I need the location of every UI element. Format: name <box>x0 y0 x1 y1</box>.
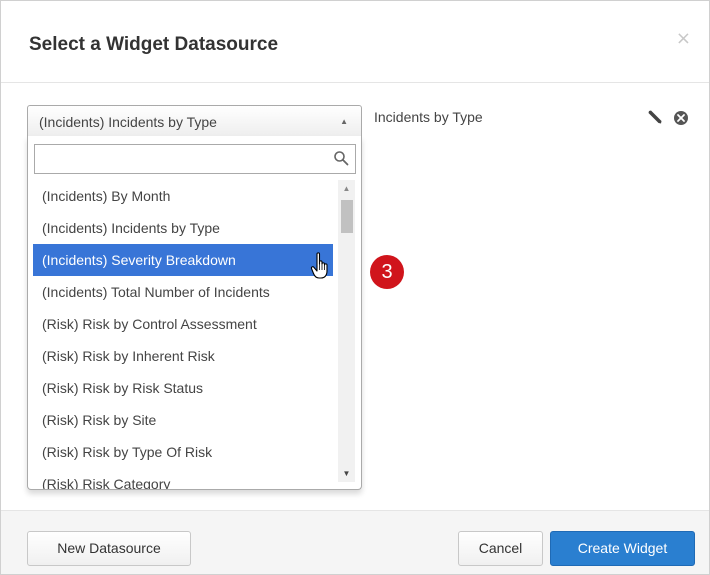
list-item[interactable]: (Risk) Risk by Risk Status <box>33 372 333 404</box>
select-value: (Incidents) Incidents by Type <box>39 114 217 130</box>
selected-datasource-name: Incidents by Type <box>374 109 483 125</box>
close-icon[interactable]: × <box>676 28 691 49</box>
pencil-icon[interactable] <box>647 109 663 125</box>
scrollbar[interactable]: ▲ ▼ <box>338 180 355 482</box>
list-item[interactable]: (Risk) Risk by Type Of Risk <box>33 436 333 468</box>
hand-cursor-icon <box>310 252 328 279</box>
datasource-dropdown: (Incidents) By Month (Incidents) Inciden… <box>27 136 362 490</box>
widget-datasource-dialog: Select a Widget Datasource × (Incidents)… <box>0 0 710 575</box>
list-item[interactable]: (Risk) Risk by Site <box>33 404 333 436</box>
modal-header: Select a Widget Datasource × <box>1 1 709 83</box>
search-input[interactable] <box>35 145 330 173</box>
list-item[interactable]: (Risk) Risk Category <box>33 468 333 489</box>
remove-circle-icon[interactable] <box>673 110 689 126</box>
list-item[interactable]: (Incidents) Incidents by Type <box>33 212 333 244</box>
step-number-badge: 3 <box>370 255 404 289</box>
scroll-up-icon[interactable]: ▲ <box>338 180 355 197</box>
options-list: (Incidents) By Month (Incidents) Inciden… <box>33 180 333 489</box>
scroll-thumb[interactable] <box>341 200 353 233</box>
list-item-highlighted[interactable]: (Incidents) Severity Breakdown <box>33 244 333 276</box>
modal-title: Select a Widget Datasource <box>29 34 279 55</box>
chevron-up-icon: ▲ <box>340 117 348 126</box>
datasource-select[interactable]: (Incidents) Incidents by Type ▲ <box>27 105 362 137</box>
cancel-button[interactable]: Cancel <box>458 531 543 566</box>
new-datasource-button[interactable]: New Datasource <box>27 531 191 566</box>
search-icon <box>334 151 349 166</box>
list-item[interactable]: (Risk) Risk by Inherent Risk <box>33 340 333 372</box>
create-widget-button[interactable]: Create Widget <box>550 531 695 566</box>
search-box <box>34 144 356 174</box>
list-item[interactable]: (Incidents) By Month <box>33 180 333 212</box>
scroll-down-icon[interactable]: ▼ <box>338 465 355 482</box>
list-item[interactable]: (Risk) Risk by Control Assessment <box>33 308 333 340</box>
modal-footer: New Datasource Cancel Create Widget <box>1 510 709 574</box>
list-item[interactable]: (Incidents) Total Number of Incidents <box>33 276 333 308</box>
